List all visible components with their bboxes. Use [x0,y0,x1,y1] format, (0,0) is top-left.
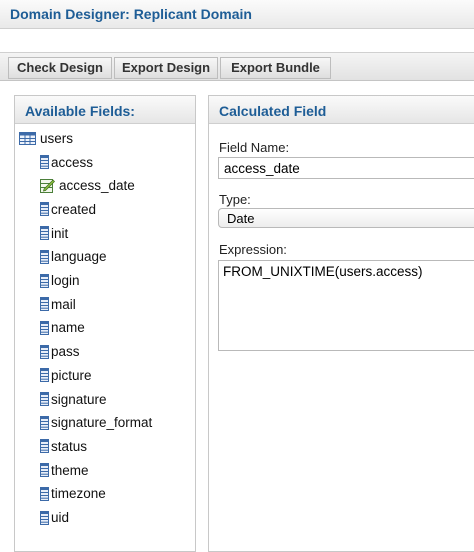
field-name-input[interactable]: access_date [218,157,474,179]
calculated-field-panel: Calculated Field Field Name: access_date… [208,95,474,552]
field-item-access[interactable]: access [40,152,93,172]
field-item-status[interactable]: status [40,436,87,456]
type-label: Type: [219,192,251,207]
field-item-label: status [51,438,88,454]
available-fields-panel: Available Fields: users access access_dat… [14,95,196,552]
field-item-uid[interactable]: uid [40,508,69,528]
field-icon [40,463,49,478]
field-item-label: login [51,273,80,288]
field-item-language[interactable]: language [40,247,107,267]
expression-label: Expression: [219,242,287,257]
title-bar: Domain Designer: Replicant Domain [0,0,474,29]
field-item-timezone[interactable]: timezone [40,484,106,504]
field-item-label: access_date [59,178,135,194]
field-item-label: access [51,154,94,170]
field-item-picture[interactable]: picture [40,365,92,385]
available-fields-title: Available Fields: [25,103,135,119]
window-title: Domain Designer: Replicant Domain [10,6,252,22]
field-icon [40,344,49,359]
field-item-name[interactable]: name [40,318,85,338]
field-icon [40,392,49,406]
field-item-login[interactable]: login [40,271,80,291]
field-item-signature[interactable]: signature [40,389,107,409]
field-item-label: signature [51,391,107,407]
spacer [0,29,474,52]
export-design-button[interactable]: Export Design [114,57,218,79]
field-icon [40,226,49,241]
field-item-label: created [51,201,97,217]
calculated-field-title: Calculated Field [219,103,327,119]
check-design-button[interactable]: Check Design [8,57,112,79]
field-item-created[interactable]: created [40,199,96,219]
field-icon [40,439,49,454]
field-item-label: picture [51,367,92,383]
field-icon [40,510,49,525]
field-item-access-date[interactable]: access_date [40,176,135,196]
field-item-label: init [51,225,69,241]
field-item-label: name [51,320,85,336]
field-item-label: timezone [51,486,106,502]
field-icon [40,368,49,383]
field-item-label: uid [51,510,70,525]
field-icon [40,249,49,264]
export-bundle-button[interactable]: Export Bundle [220,57,331,79]
type-select[interactable]: Date [218,208,474,228]
field-icon [40,320,49,335]
field-name-label: Field Name: [219,140,290,155]
field-item-label: mail [51,296,76,312]
field-icon [40,486,49,501]
field-item-label: pass [51,344,80,360]
field-icon [40,155,49,169]
field-item-theme[interactable]: theme [40,460,89,480]
field-icon [40,202,49,217]
calculated-field-header: Calculated Field [209,96,474,124]
available-fields-header: Available Fields: [15,96,195,124]
tree-node-users[interactable]: users [19,128,73,148]
field-item-label: signature_format [51,415,153,431]
field-icon [40,297,49,312]
field-item-mail[interactable]: mail [40,294,76,314]
field-item-label: language [51,249,107,265]
toolbar: Check Design Export Design Export Bundle [0,52,474,81]
expression-textarea[interactable]: FROM_UNIXTIME(users.access) [218,260,474,351]
field-item-init[interactable]: init [40,223,68,243]
calculated-field-icon [40,179,55,194]
field-item-label: theme [51,462,89,478]
field-icon [40,415,49,430]
field-item-pass[interactable]: pass [40,342,80,362]
field-item-signature-format[interactable]: signature_format [40,413,152,433]
tree-node-label: users [40,130,74,146]
table-icon [19,131,36,145]
field-icon [40,273,49,288]
